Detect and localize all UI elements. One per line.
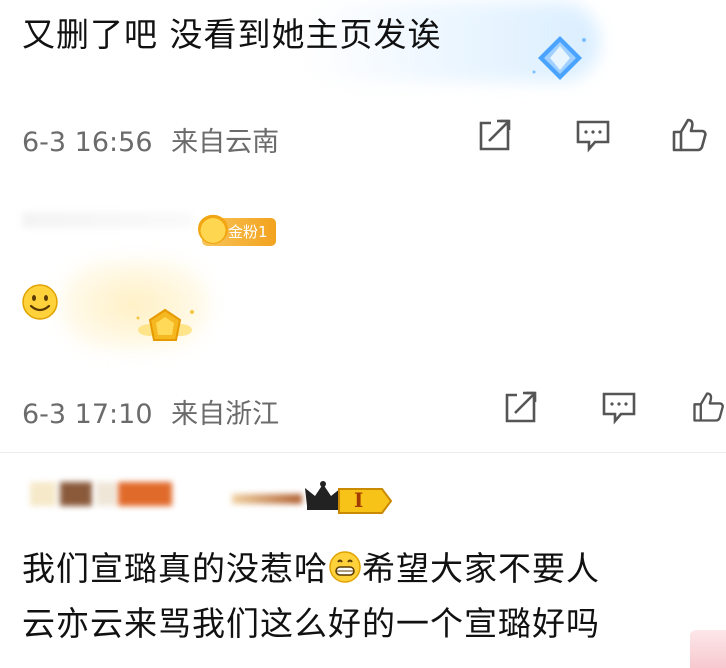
divider <box>0 452 726 453</box>
comment-button[interactable] <box>596 384 642 430</box>
level-badge-label: I <box>354 488 364 512</box>
diamond-decoration-icon <box>532 36 586 80</box>
username-redacted <box>22 212 192 228</box>
comment-date: 6-3 17:10 来自浙江 <box>22 392 279 431</box>
share-button[interactable] <box>472 112 518 158</box>
thumbs-up-icon <box>672 118 707 152</box>
like-button[interactable] <box>690 384 726 430</box>
comment-icon <box>602 392 636 425</box>
smile-emoji-icon <box>22 284 58 320</box>
comment-text-part: 希望大家不要人 <box>362 549 600 588</box>
like-button[interactable] <box>666 112 712 158</box>
grin-emoji-icon <box>329 551 361 583</box>
comment-icon <box>576 120 610 153</box>
comment-text-line-1: 我们宣璐真的没惹哈 希望大家不要人 <box>22 548 600 589</box>
share-icon <box>505 391 537 423</box>
comment-date-text: 6-3 16:56 <box>22 127 153 158</box>
comment-text-part: 我们宣璐真的没惹哈 <box>22 549 328 588</box>
share-button[interactable] <box>498 384 544 430</box>
level-badge-shape <box>338 488 393 514</box>
comment-date-text: 6-3 17:10 <box>22 399 153 430</box>
share-icon <box>479 119 511 151</box>
comment-text-line-2: 云亦云来骂我们这么好的一个宣璐好吗 <box>22 604 600 643</box>
cake-decoration-icon <box>690 630 726 668</box>
fan-badge-label: 金粉1 <box>228 223 268 241</box>
comment-location: 来自浙江 <box>171 399 280 430</box>
comment-button[interactable] <box>570 112 616 158</box>
comment-location: 来自云南 <box>171 127 280 158</box>
fan-badge: 金粉1 <box>198 214 276 246</box>
comment-date: 6-3 16:56 来自云南 <box>22 120 279 159</box>
fan-badge-icon <box>198 214 228 244</box>
comment-text: 又删了吧 没看到她主页发诶 <box>22 15 442 54</box>
star-badge-decoration-icon <box>136 308 194 341</box>
level-badge: I <box>336 486 394 516</box>
thumbs-up-icon <box>693 392 724 422</box>
